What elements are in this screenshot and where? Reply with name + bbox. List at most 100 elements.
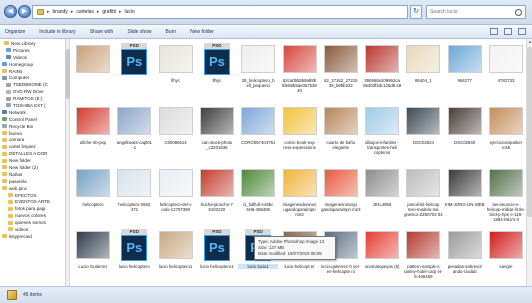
file-item[interactable]: 28_helicoptero_b ell_pequeno	[238, 41, 278, 103]
sidebar-item[interactable]: web pinc	[0, 185, 65, 192]
file-item[interactable]: pesadas-sobrevol ando-ciudad	[445, 227, 485, 286]
search-box[interactable]	[426, 5, 526, 19]
sidebar-item[interactable]: Videos	[0, 54, 65, 61]
scrollbar-thumb[interactable]	[66, 49, 70, 99]
file-item[interactable]: helicoptero	[73, 165, 113, 227]
file-item[interactable]: cuarto de baño elegante	[321, 103, 361, 165]
sidebar-item[interactable]: Recycle Bin	[0, 123, 65, 130]
file-item[interactable]: PSD Ps	[114, 41, 154, 103]
breadcrumb-item[interactable]: cartelas	[76, 9, 94, 15]
file-item[interactable]: i1_fullfull-A49bc 5H6-486486	[238, 165, 278, 227]
sidebar-item[interactable]: EFECTOS	[0, 192, 65, 199]
sidebar-item[interactable]: Network	[0, 109, 65, 116]
file-item[interactable]: can-stock-photo _c3201636	[197, 103, 237, 165]
sidebar-item[interactable]: listyprecied	[0, 233, 65, 240]
pictures-icon	[6, 48, 11, 53]
sidebar-item[interactable]: New folder (2)	[0, 164, 65, 171]
sidebar-item-label: cartel limpiez	[9, 144, 36, 150]
view-options-icon[interactable]	[490, 28, 498, 35]
search-input[interactable]	[430, 9, 514, 15]
burn-button[interactable]: Burn	[166, 29, 177, 35]
sidebar-item[interactable]: Computer	[0, 74, 65, 81]
file-item[interactable]: ejercicioesparker ros5	[486, 103, 526, 165]
sidebar-item[interactable]: Control Panel	[0, 116, 65, 123]
search-icon[interactable]	[515, 8, 522, 16]
sidebar-item[interactable]: Ñañas	[0, 171, 65, 178]
sidebar-item[interactable]: DETALLES A DOR	[0, 150, 65, 157]
file-item[interactable]: helicoptero-del-v oulo-12797398	[156, 165, 196, 227]
sidebar-item[interactable]: RAINs	[0, 68, 65, 75]
file-item[interactable]: helicoptero-2662 472	[114, 165, 154, 227]
file-item[interactable]: onomatopeyas (5)	[362, 227, 402, 286]
navigation-scrollbar[interactable]	[66, 39, 70, 286]
file-item[interactable]: imagenesdeninos ugandoparaimpri mir3	[280, 165, 320, 227]
sidebar-item[interactable]: fotos para pagi	[0, 205, 65, 212]
sidebar-item[interactable]: New Library	[0, 40, 65, 47]
file-item[interactable]	[73, 41, 113, 103]
file-item[interactable]: lucio helicoptero1	[156, 227, 196, 286]
breadcrumb-item[interactable]: brandy	[53, 9, 68, 15]
file-item[interactable]: hucha-pinocho-7 5102220	[197, 165, 237, 227]
sidebar-item[interactable]: nuevos colores	[0, 212, 65, 219]
file-item[interactable]: 86404_1	[403, 41, 443, 103]
sidebar-item[interactable]: EVENTOS ARTE	[0, 198, 65, 205]
forward-button[interactable]: ▶	[18, 5, 31, 18]
sidebar-item[interactable]: cartel limpiez	[0, 143, 65, 150]
file-item[interactable]: CORO067404751	[238, 103, 278, 165]
file-item[interactable]: angelbeats-capl01 -1	[114, 103, 154, 165]
file-item[interactable]: pattern-sample-s tanley-hotel-carp et-5-…	[403, 227, 443, 286]
file-item[interactable]: DSC02840	[445, 103, 485, 165]
sidebar-item[interactable]: quienes somos	[0, 219, 65, 226]
file-item[interactable]: las-anuncio-v-helicop-militar-lit tle-bi…	[486, 165, 526, 227]
file-item[interactable]: KIM-JONG-UN-WEB	[445, 165, 485, 227]
file-item[interactable]: 964277	[445, 41, 485, 103]
share-with-menu[interactable]: Share with	[90, 29, 114, 35]
file-item[interactable]: jamoil-kit-helicop tero-modelo-ma gnetic…	[403, 165, 443, 227]
organize-menu[interactable]: Organize	[5, 29, 25, 35]
back-button[interactable]: ◀	[4, 5, 17, 18]
drive-icon	[6, 96, 11, 101]
refresh-icon[interactable]: ↻	[410, 5, 422, 19]
file-item[interactable]: 390668e209962ca 0530df3dc126d8 a9	[362, 41, 402, 103]
file-list-scrollbar[interactable]: ▲	[526, 39, 532, 286]
file-item[interactable]: imagenesninosju gandoparaimpri mir3	[321, 165, 361, 227]
file-item[interactable]: 52ca0b5559a88b 5fe55b5ae067b38 40	[280, 41, 320, 103]
breadcrumb-item[interactable]: lucio	[125, 9, 135, 15]
file-item[interactable]: PSD Ps lucio helicoptero1	[197, 227, 237, 286]
sidebar-item-label: RAMITOS (E:)	[13, 96, 43, 102]
preview-pane-icon[interactable]	[504, 28, 512, 35]
sidebar-item[interactable]: pasarela	[0, 178, 65, 185]
file-item[interactable]: comic-book-exp ress-expressions	[280, 103, 320, 165]
sidebar-item[interactable]: camara	[0, 136, 65, 143]
sidebar-item[interactable]: New folder	[0, 157, 65, 164]
sidebar-item[interactable]: TSEDBEOME (C	[0, 81, 65, 88]
new-folder-button[interactable]: New folder	[190, 29, 214, 35]
file-item[interactable]: C00086614	[156, 103, 196, 165]
sidebar-item[interactable]: videos	[0, 226, 65, 233]
file-item[interactable]: Lucio Gutierrez	[73, 227, 113, 286]
file-item[interactable]: afiche-nb-psp	[73, 103, 113, 165]
file-item[interactable]: llhyc	[156, 41, 196, 103]
file-item[interactable]: 62_27162_27215 35_b88b222	[321, 41, 361, 103]
sidebar-item-label: New folder	[9, 158, 31, 164]
file-item[interactable]: sangre	[486, 227, 526, 286]
sidebar-item[interactable]: Homegroup	[0, 61, 65, 68]
sidebar-item[interactable]: TOSHIBA EXT (	[0, 102, 65, 109]
file-item[interactable]: PSD Ps lucio helicoptero	[114, 227, 154, 286]
help-icon[interactable]	[518, 28, 526, 35]
include-in-library-menu[interactable]: Include in library	[39, 29, 75, 35]
file-item[interactable]: DSC02824	[403, 103, 443, 165]
sidebar-item[interactable]: RAMITOS (E:)	[0, 95, 65, 102]
file-item[interactable]: PSD Ps llhyc	[197, 41, 237, 103]
breadcrumb[interactable]: ▸ brandy ▸ cartelas ▸ grafitti ▸ lucio	[32, 5, 408, 19]
slide-show-button[interactable]: Slide show	[127, 29, 151, 35]
breadcrumb-item[interactable]: grafitti	[102, 9, 116, 15]
sidebar-item[interactable]: DVD RW Drive	[0, 88, 65, 95]
sidebar-item[interactable]: buena	[0, 130, 65, 137]
file-item[interactable]: JIHL4956	[362, 165, 402, 227]
file-item[interactable]: dibujos-infantiler -transportes-heli cop…	[362, 103, 402, 165]
scroll-up-icon[interactable]: ▲	[527, 39, 532, 45]
sidebar-item[interactable]: Pictures	[0, 47, 65, 54]
scrollbar-thumb[interactable]	[527, 47, 532, 217]
file-item[interactable]: 4782733	[486, 41, 526, 103]
